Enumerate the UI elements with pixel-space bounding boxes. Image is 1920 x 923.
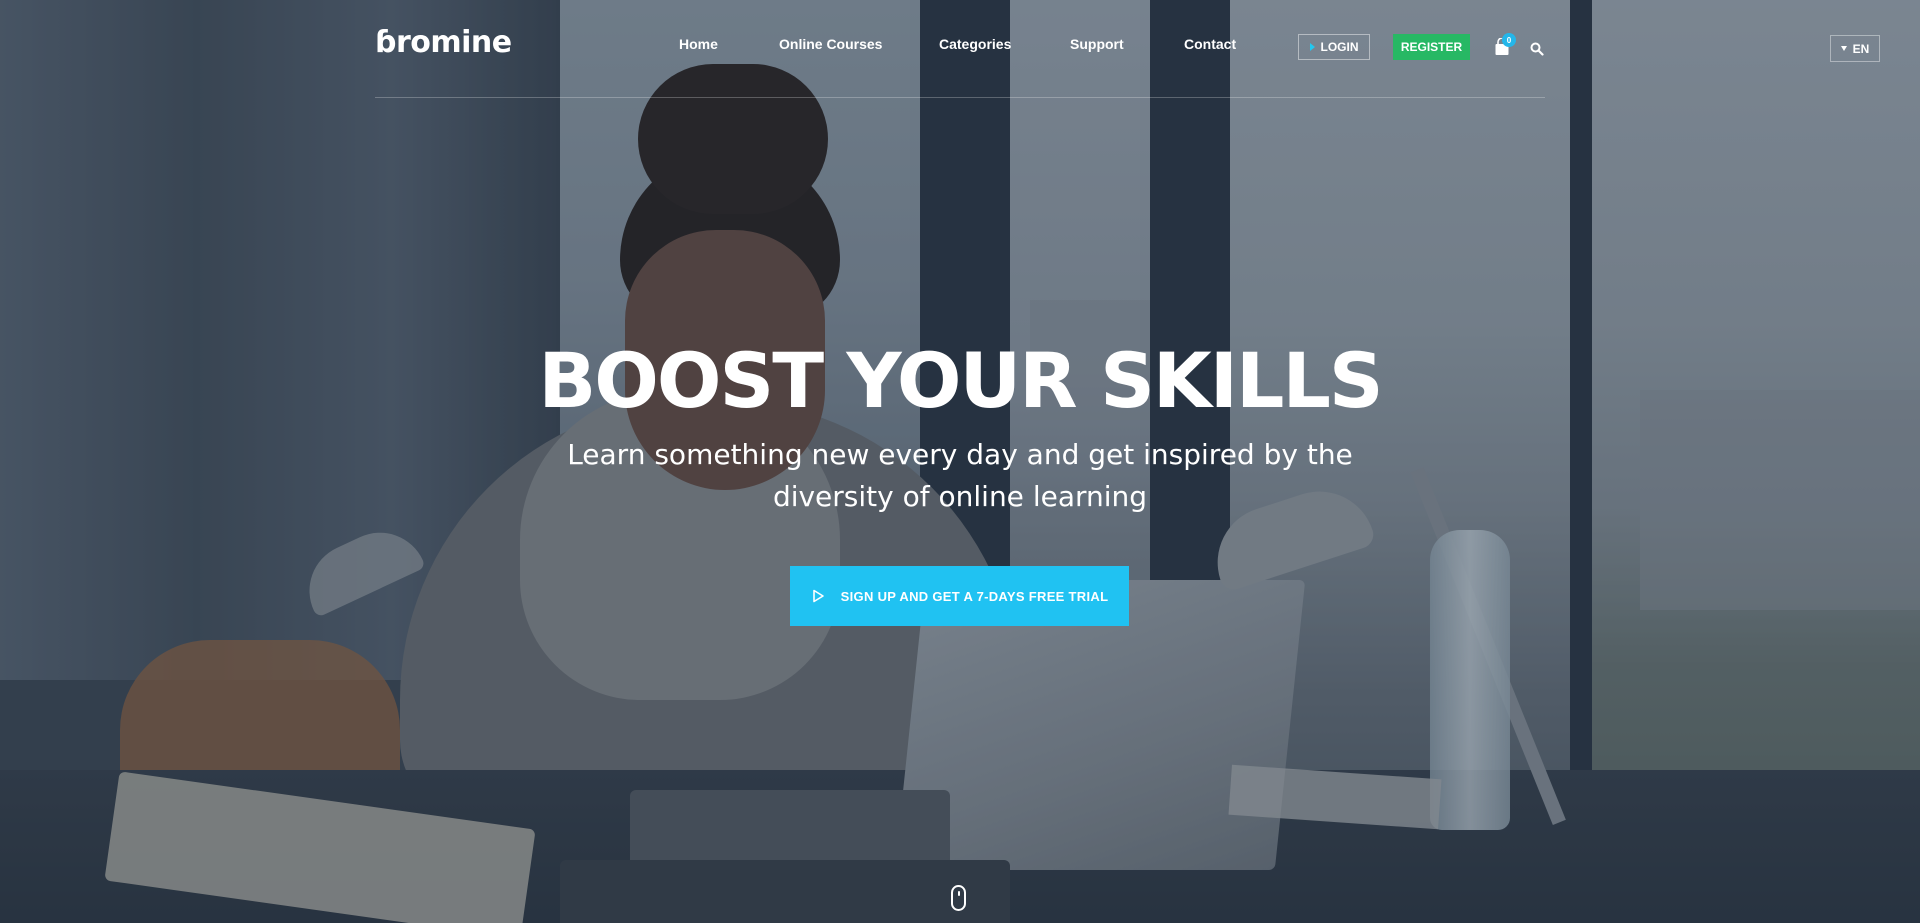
language-selector[interactable]: EN	[1830, 35, 1880, 62]
caret-right-icon	[1309, 43, 1315, 51]
nav-item-support[interactable]: Support	[1070, 36, 1124, 52]
search-icon[interactable]	[1530, 42, 1544, 56]
nav-item-contact[interactable]: Contact	[1184, 36, 1236, 52]
free-trial-signup-button[interactable]: SIGN UP AND GET A 7-DAYS FREE TRIAL	[790, 566, 1129, 626]
caret-down-icon	[1840, 46, 1847, 51]
mouse-scroll-icon[interactable]	[951, 885, 966, 911]
cart-count-badge: 0	[1502, 33, 1516, 47]
site-header: ɓromine Home Online Courses Categories S…	[0, 0, 1920, 98]
login-button[interactable]: LOGIN	[1298, 34, 1370, 60]
nav-item-categories[interactable]: Categories	[939, 36, 1011, 52]
register-label: REGISTER	[1400, 40, 1463, 54]
scroll-wheel	[958, 891, 960, 896]
play-icon	[812, 589, 824, 603]
header-divider	[375, 97, 1545, 98]
cta-label: SIGN UP AND GET A 7-DAYS FREE TRIAL	[840, 588, 1109, 604]
nav-item-online-courses[interactable]: Online Courses	[779, 36, 882, 52]
main-nav: Home Online Courses Categories Support C…	[0, 36, 1920, 60]
language-label: EN	[1852, 41, 1870, 56]
hero-title: BOOST YOUR SKILLS	[538, 336, 1383, 425]
register-button[interactable]: REGISTER	[1393, 34, 1470, 60]
login-label: LOGIN	[1320, 40, 1359, 54]
hero-subtitle: Learn something new every day and get in…	[567, 438, 1353, 513]
nav-item-home[interactable]: Home	[679, 36, 718, 52]
